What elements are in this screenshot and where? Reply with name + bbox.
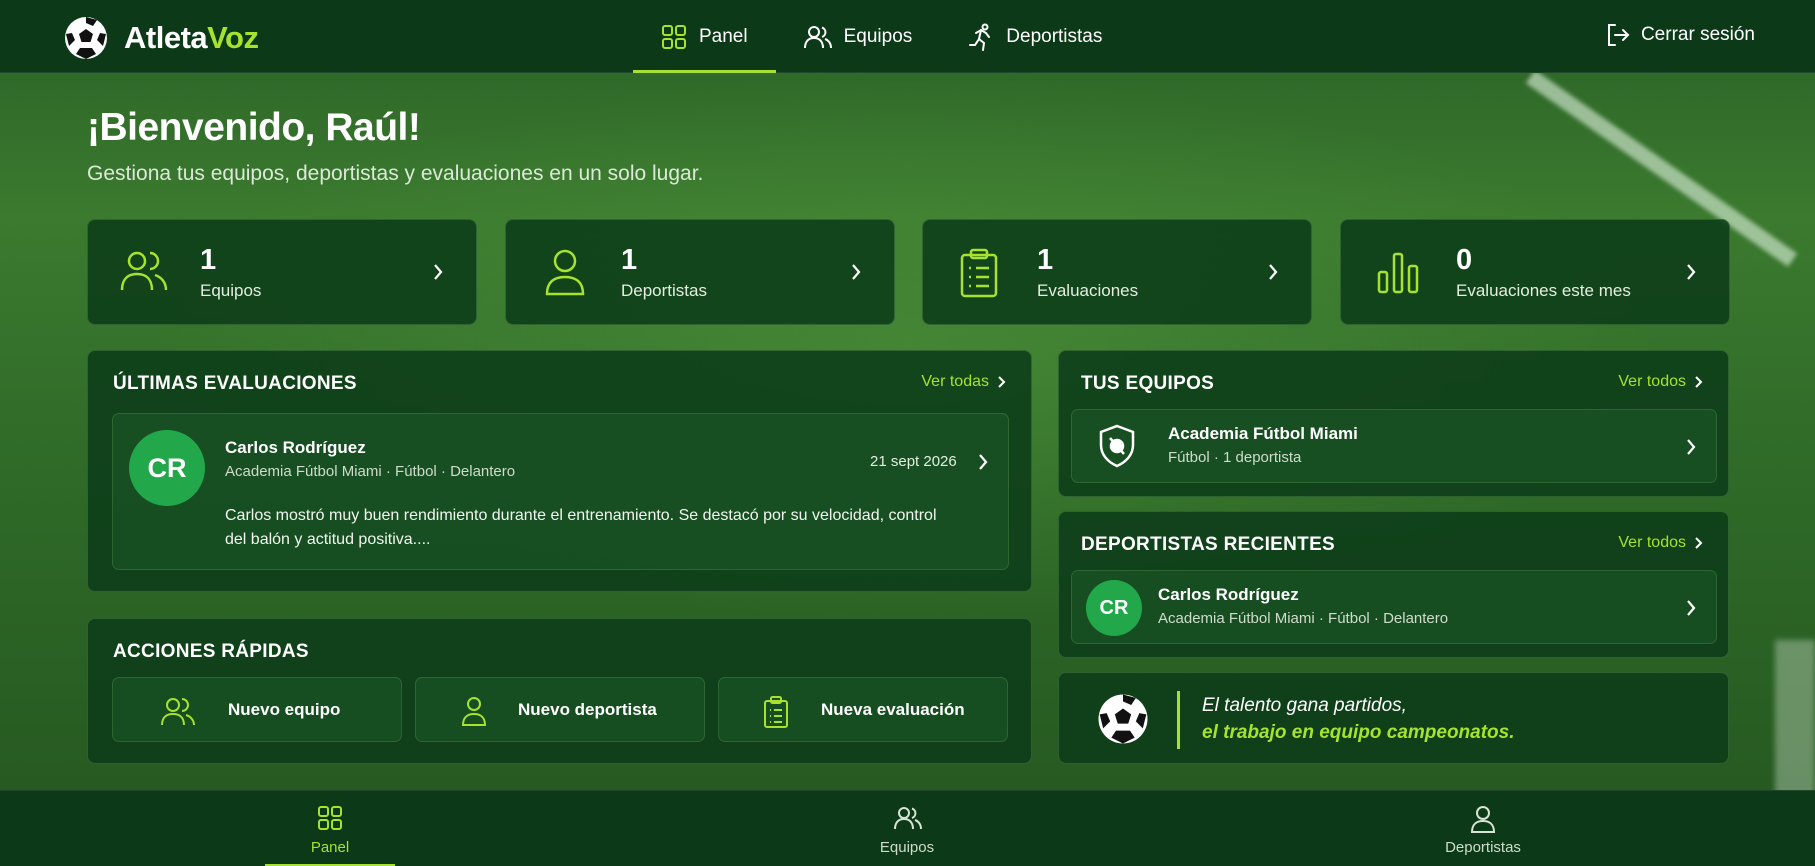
- users-icon: [894, 807, 922, 830]
- main-nav: Panel Equipos Deportistas: [633, 0, 1130, 73]
- chevron-right-icon: [1687, 439, 1696, 455]
- bottom-nav-equipos[interactable]: Equipos: [842, 791, 972, 866]
- page-title: ¡Bienvenido, Raúl!: [87, 106, 421, 149]
- nav-equipos[interactable]: Equipos: [776, 0, 941, 73]
- stat-label: Deportistas: [621, 281, 707, 300]
- see-all-teams-link[interactable]: Ver todos: [1618, 373, 1703, 391]
- athlete-card[interactable]: CR Carlos Rodríguez Academia Fútbol Miam…: [1071, 570, 1717, 644]
- evaluation-comment-line: del balón y actitud positiva....: [225, 531, 431, 548]
- stat-card-deportistas[interactable]: 1 Deportistas: [505, 219, 895, 325]
- chevron-right-icon: [979, 454, 988, 470]
- recent-athletes-panel: DEPORTISTAS RECIENTES Ver todos CR Carlo…: [1058, 511, 1729, 658]
- chevron-right-icon: [1687, 600, 1696, 616]
- chevron-right-icon: [1695, 537, 1703, 549]
- bottom-nav-panel[interactable]: Panel: [265, 791, 395, 866]
- new-athlete-button[interactable]: Nuevo deportista: [415, 677, 705, 742]
- stat-label: Evaluaciones: [1037, 281, 1139, 300]
- athlete-meta: Academia Fútbol Miami · Fútbol · Delante…: [225, 463, 516, 480]
- bottom-nav-deportistas[interactable]: Deportistas: [1418, 791, 1548, 866]
- avatar: CR: [129, 430, 205, 506]
- your-teams-panel: TUS EQUIPOS Ver todos Academia Fútbol Mi…: [1058, 350, 1729, 497]
- users-icon: [803, 25, 832, 48]
- shield-icon: [1099, 424, 1135, 468]
- brand-logo[interactable]: AtletaVoz: [62, 14, 259, 62]
- brand-name: AtletaVoz: [124, 20, 259, 55]
- action-label: Nuevo equipo: [228, 700, 341, 719]
- new-team-button[interactable]: Nuevo equipo: [112, 677, 402, 742]
- latest-evaluations-panel: ÚLTIMAS EVALUACIONES Ver todas CR Carlos…: [87, 350, 1032, 592]
- page-subtitle: Gestiona tus equipos, deportistas y eval…: [87, 162, 704, 185]
- see-all-evaluations-link[interactable]: Ver todas: [921, 373, 1006, 391]
- user-icon: [1470, 806, 1496, 833]
- chevron-right-icon: [998, 376, 1006, 388]
- soccer-ball-icon: [1098, 694, 1148, 744]
- nav-panel[interactable]: Panel: [633, 0, 776, 73]
- runner-icon: [969, 23, 991, 51]
- bottom-nav-label: Deportistas: [1445, 839, 1521, 856]
- athlete-name: Carlos Rodríguez: [1158, 585, 1299, 604]
- action-label: Nueva evaluación: [821, 700, 965, 719]
- stat-card-evaluaciones[interactable]: 1 Evaluaciones: [922, 219, 1312, 325]
- stat-card-evaluaciones-mes[interactable]: 0 Evaluaciones este mes: [1340, 219, 1730, 325]
- soccer-ball-icon: [65, 17, 107, 59]
- athlete-name: Carlos Rodríguez: [225, 438, 366, 457]
- chevron-right-icon: [852, 264, 861, 280]
- stat-card-equipos[interactable]: 1 Equipos: [87, 219, 477, 325]
- bottom-navbar: Panel Equipos Deportistas: [0, 790, 1815, 866]
- chevron-right-icon: [1269, 264, 1278, 280]
- top-navbar: AtletaVoz Panel Equipos Deportistas Cerr…: [0, 0, 1815, 73]
- new-evaluation-button[interactable]: Nueva evaluación: [718, 677, 1008, 742]
- section-title: ÚLTIMAS EVALUACIONES: [113, 373, 357, 394]
- nav-label: Deportistas: [1006, 25, 1103, 47]
- section-title: TUS EQUIPOS: [1081, 373, 1215, 394]
- logout-button[interactable]: Cerrar sesión: [1605, 22, 1755, 48]
- stat-label: Evaluaciones este mes: [1456, 281, 1631, 300]
- stat-value: 0: [1456, 244, 1473, 276]
- quote-line-highlight: el trabajo en equipo campeonatos.: [1202, 722, 1515, 743]
- section-title: ACCIONES RÁPIDAS: [113, 641, 309, 662]
- team-card[interactable]: Academia Fútbol Miami Fútbol · 1 deporti…: [1071, 409, 1717, 483]
- action-label: Nuevo deportista: [518, 700, 657, 719]
- chevron-right-icon: [1695, 376, 1703, 388]
- stat-value: 1: [621, 244, 638, 276]
- evaluation-date: 21 sept 2026: [870, 453, 957, 470]
- user-icon: [545, 249, 585, 296]
- stat-value: 1: [200, 244, 217, 276]
- team-name: Academia Fútbol Miami: [1168, 424, 1358, 443]
- bottom-nav-label: Equipos: [879, 839, 935, 856]
- nav-deportistas[interactable]: Deportistas: [940, 0, 1130, 73]
- athlete-meta: Academia Fútbol Miami · Fútbol · Delante…: [1158, 610, 1449, 627]
- grid-icon: [318, 806, 342, 830]
- quote-line: El talento gana partidos,: [1202, 695, 1407, 716]
- see-all-athletes-link[interactable]: Ver todos: [1618, 534, 1703, 552]
- bottom-nav-label: Panel: [310, 839, 350, 856]
- evaluation-comment-line: Carlos mostró muy buen rendimiento duran…: [225, 507, 937, 524]
- clipboard-icon: [764, 696, 788, 728]
- chevron-right-icon: [1687, 264, 1696, 280]
- user-icon: [461, 697, 487, 726]
- nav-label: Panel: [699, 25, 748, 47]
- stat-label: Equipos: [200, 281, 262, 300]
- chevron-right-icon: [434, 264, 443, 280]
- clipboard-icon: [960, 248, 998, 298]
- avatar: CR: [1086, 580, 1142, 636]
- grid-icon: [662, 24, 686, 49]
- team-meta: Fútbol · 1 deportista: [1168, 449, 1302, 466]
- users-icon: [161, 698, 195, 726]
- quote-divider: [1177, 691, 1180, 749]
- section-title: DEPORTISTAS RECIENTES: [1081, 534, 1336, 555]
- nav-label: Equipos: [843, 25, 913, 47]
- quick-actions-panel: ACCIONES RÁPIDAS Nuevo equipo Nuevo depo…: [87, 618, 1032, 764]
- users-icon: [120, 251, 168, 291]
- logout-label: Cerrar sesión: [1640, 24, 1755, 45]
- stat-value: 1: [1037, 244, 1054, 276]
- motivational-quote-card: El talento gana partidos, el trabajo en …: [1058, 672, 1729, 764]
- evaluation-card[interactable]: CR Carlos Rodríguez Academia Fútbol Miam…: [112, 413, 1009, 570]
- logout-icon: [1607, 24, 1630, 46]
- bar-chart-icon: [1377, 252, 1419, 294]
